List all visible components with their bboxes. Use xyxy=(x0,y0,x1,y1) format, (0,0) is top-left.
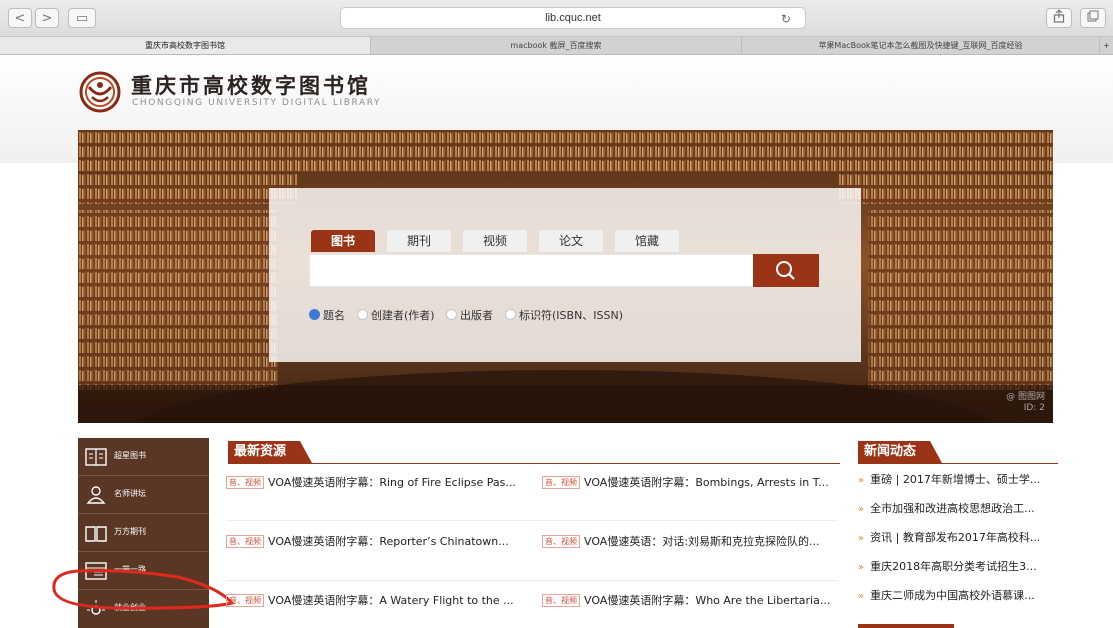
tabs-overview-button[interactable] xyxy=(1080,8,1106,28)
news-item[interactable]: » 重庆2018年高职分类考试招生3... xyxy=(858,559,1037,575)
browser-tabs: 重庆市高校数字图书馆 macbook 截屏_百度搜索 苹果MacBook笔记本怎… xyxy=(0,37,1113,55)
radio[interactable] xyxy=(446,309,457,320)
resource-item[interactable]: 音、视频 VOA慢速英语附字幕：Ring of Fire Eclipse Pas.… xyxy=(226,475,516,491)
hero-banner: 图书 期刊 视频 论文 馆藏 题名 创建者(作者) 出版者 标识符(ISBN、I… xyxy=(78,130,1053,423)
book-icon xyxy=(85,448,107,466)
resource-item[interactable]: 音、视频 VOA慢速英语附字幕：A Watery Flight to the ..… xyxy=(226,593,514,609)
annotation-circle xyxy=(52,569,235,610)
option-author[interactable]: 创建者(作者) xyxy=(357,307,435,323)
share-button[interactable] xyxy=(1046,8,1072,28)
browser-toolbar: < > ▭ lib.cquc.net ↻ xyxy=(0,0,1113,37)
resources-divider xyxy=(228,463,840,464)
row-divider xyxy=(226,580,838,581)
resource-item[interactable]: 音、视频 VOA慢速英语附字幕：Reporter’s Chinatown... xyxy=(226,534,509,550)
tab-papers[interactable]: 论文 xyxy=(539,230,603,252)
url-text: lib.cquc.net xyxy=(545,12,601,24)
option-identifier[interactable]: 标识符(ISBN、ISSN) xyxy=(505,307,623,323)
sidebar-toggle-button[interactable]: ▭ xyxy=(68,8,96,28)
tabs-icon xyxy=(1087,10,1099,22)
lecturer-icon xyxy=(86,486,106,504)
address-bar[interactable]: lib.cquc.net ↻ xyxy=(340,7,806,29)
tab-journals[interactable]: 期刊 xyxy=(387,230,451,252)
sidebar-item-wanfang[interactable]: 万方期刊 xyxy=(78,514,209,552)
image-watermark: @ 图图网 ID: 2 xyxy=(1006,392,1045,413)
heading-arrow-shape xyxy=(930,441,942,463)
option-title[interactable]: 题名 xyxy=(309,307,345,323)
sidebar-item-chaoxing-books[interactable]: 超星图书 xyxy=(78,438,209,476)
next-section-heading xyxy=(858,624,954,628)
double-chevron-icon: » xyxy=(858,504,865,515)
double-chevron-icon: » xyxy=(858,533,865,544)
news-item[interactable]: » 资讯 | 教育部发布2017年高校科... xyxy=(858,530,1040,546)
new-tab-button[interactable]: + xyxy=(1100,37,1113,54)
news-heading[interactable]: 新闻动态 xyxy=(858,441,930,463)
row-divider xyxy=(226,520,838,521)
double-chevron-icon: » xyxy=(858,562,865,573)
reload-icon[interactable]: ↻ xyxy=(781,9,791,29)
resource-item[interactable]: 音、视频 VOA慢速英语附字幕：Bombings, Arrests in T... xyxy=(542,475,829,491)
tab-collections[interactable]: 馆藏 xyxy=(615,230,679,252)
radio[interactable] xyxy=(357,309,368,320)
double-chevron-icon: » xyxy=(858,591,865,602)
search-panel: 图书 期刊 视频 论文 馆藏 题名 创建者(作者) 出版者 标识符(ISBN、I… xyxy=(269,188,861,362)
sidebar-item-lectures[interactable]: 名师讲坛 xyxy=(78,476,209,514)
tab-baidu-jingyan[interactable]: 苹果MacBook笔记本怎么截图及快捷键_互联网_百度经验 xyxy=(742,37,1100,54)
library-logo-icon[interactable] xyxy=(79,71,121,113)
news-item[interactable]: » 重庆二师成为中国高校外语慕课... xyxy=(858,588,1035,604)
tab-library[interactable]: 重庆市高校数字图书馆 xyxy=(0,37,371,54)
search-button[interactable] xyxy=(753,254,819,287)
tab-baidu-search[interactable]: macbook 截屏_百度搜索 xyxy=(371,37,742,54)
resources-heading[interactable]: 最新资源 xyxy=(228,441,300,463)
news-divider xyxy=(858,463,1058,464)
resource-item[interactable]: 音、视频 VOA慢速英语附字幕：Who Are the Libertaria... xyxy=(542,593,830,609)
tab-videos[interactable]: 视频 xyxy=(463,230,527,252)
search-input[interactable] xyxy=(309,254,754,287)
option-publisher[interactable]: 出版者 xyxy=(446,307,493,323)
news-item[interactable]: » 重磅 | 2017年新增博士、硕士学... xyxy=(858,472,1040,488)
forward-button[interactable]: > xyxy=(35,8,59,28)
radio-checked[interactable] xyxy=(309,309,320,320)
open-book-icon xyxy=(85,526,107,542)
double-chevron-icon: » xyxy=(858,475,865,486)
back-button[interactable]: < xyxy=(8,8,32,28)
share-icon xyxy=(1053,9,1065,23)
search-icon xyxy=(776,261,795,280)
tab-books[interactable]: 图书 xyxy=(311,230,375,252)
radio[interactable] xyxy=(505,309,516,320)
site-title[interactable]: 重庆市高校数字图书馆 xyxy=(131,70,371,100)
news-item[interactable]: » 全市加强和改进高校思想政治工... xyxy=(858,501,1035,517)
heading-arrow-shape xyxy=(300,441,312,463)
site-subtitle: CHONGQING UNIVERSITY DIGITAL LIBRARY xyxy=(132,98,382,108)
resource-item[interactable]: 音、视频 VOA慢速英语：对话:刘易斯和克拉克探险队的... xyxy=(542,534,820,550)
